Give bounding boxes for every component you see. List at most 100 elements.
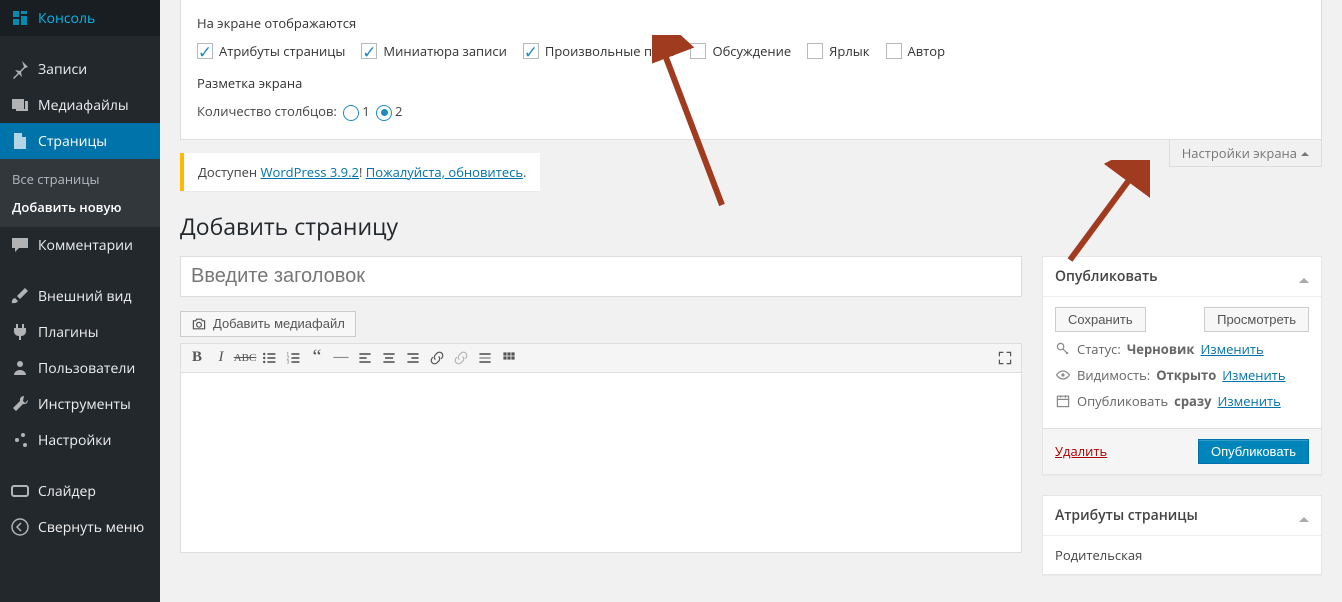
menu-label: Настройки: [38, 431, 111, 450]
menu-label: Страницы: [38, 132, 107, 151]
screen-layout-heading: Разметка экрана: [197, 74, 1305, 92]
italic-button[interactable]: I: [210, 347, 232, 369]
align-left-button[interactable]: [354, 347, 376, 369]
dashboard-icon: [10, 8, 30, 28]
bold-button[interactable]: B: [186, 347, 208, 369]
menu-label: Плагины: [38, 323, 99, 342]
chk-author[interactable]: Автор: [886, 42, 946, 60]
wrench-icon: [10, 394, 30, 414]
edit-visibility-link[interactable]: Изменить: [1222, 366, 1285, 384]
menu-label: Записи: [38, 60, 87, 79]
sidebar-column: Опубликовать Сохранить Просмотреть Стату…: [1042, 256, 1322, 595]
quote-button[interactable]: “: [306, 347, 328, 369]
page-attributes-box: Атрибуты страницы Родительская: [1042, 495, 1322, 575]
calendar-icon: [1055, 393, 1071, 409]
save-draft-button[interactable]: Сохранить: [1055, 307, 1146, 332]
update-notice: Доступен WordPress 3.9.2! Пожалуйста, об…: [180, 153, 540, 191]
visibility-row: Видимость: Открыто Изменить: [1055, 366, 1309, 384]
pin-icon: [10, 59, 30, 79]
menu-label: Консоль: [38, 9, 95, 28]
menu-label: Медиафайлы: [38, 96, 129, 115]
submenu-pages: Все страницы Добавить новую: [0, 159, 160, 227]
edit-schedule-link[interactable]: Изменить: [1218, 392, 1281, 410]
link-button[interactable]: [426, 347, 448, 369]
plugin-icon: [10, 322, 30, 342]
chk-custom-fields[interactable]: ✓Произвольные поля: [523, 42, 675, 60]
menu-settings[interactable]: Настройки: [0, 422, 160, 458]
toggle-icon: [1299, 512, 1309, 522]
content-area: На экране отображаются ✓Атрибуты страниц…: [160, 0, 1342, 602]
screen-options-panel: На экране отображаются ✓Атрибуты страниц…: [180, 0, 1322, 140]
publish-button[interactable]: Опубликовать: [1198, 439, 1309, 464]
ul-button[interactable]: [258, 347, 280, 369]
page-icon: [10, 131, 30, 151]
caret-up-icon: [1301, 148, 1309, 156]
publish-box: Опубликовать Сохранить Просмотреть Стату…: [1042, 256, 1322, 475]
wp-version-link[interactable]: WordPress 3.9.2: [261, 163, 359, 181]
menu-posts[interactable]: Записи: [0, 51, 160, 87]
submenu-all-pages[interactable]: Все страницы: [0, 165, 160, 193]
settings-icon: [10, 430, 30, 450]
ol-button[interactable]: 123: [282, 347, 304, 369]
preview-button[interactable]: Просмотреть: [1204, 307, 1309, 332]
eye-icon: [1055, 367, 1071, 383]
hr-button[interactable]: —: [330, 347, 352, 369]
radio-cols-2[interactable]: [376, 105, 392, 121]
media-icon: [10, 95, 30, 115]
menu-plugins[interactable]: Плагины: [0, 314, 160, 350]
strike-button[interactable]: ABC: [234, 347, 256, 369]
chk-page-attributes[interactable]: ✓Атрибуты страницы: [197, 42, 345, 60]
menu-appearance[interactable]: Внешний вид: [0, 278, 160, 314]
comment-icon: [10, 235, 30, 255]
brush-icon: [10, 286, 30, 306]
screen-options-toggle[interactable]: Настройки экрана: [1169, 140, 1322, 167]
submenu-add-new[interactable]: Добавить новую: [0, 193, 160, 221]
toggle-icon: [1299, 273, 1309, 283]
screen-options-checkboxes: ✓Атрибуты страницы ✓Миниатюра записи ✓Пр…: [197, 42, 1305, 60]
align-center-button[interactable]: [378, 347, 400, 369]
fullscreen-button[interactable]: [994, 347, 1016, 369]
update-link[interactable]: Пожалуйста, обновитесь: [366, 163, 523, 181]
menu-label: Пользователи: [38, 359, 135, 378]
chk-featured-image[interactable]: ✓Миниатюра записи: [361, 42, 506, 60]
menu-comments[interactable]: Комментарии: [0, 227, 160, 263]
add-media-button[interactable]: Добавить медиафайл: [180, 311, 356, 337]
editor-toolbar: B I ABC 123 “ —: [180, 343, 1022, 373]
menu-dashboard[interactable]: Консоль: [0, 0, 160, 36]
menu-media[interactable]: Медиафайлы: [0, 87, 160, 123]
unlink-button[interactable]: [450, 347, 472, 369]
menu-label: Слайдер: [38, 482, 96, 501]
camera-icon: [191, 316, 207, 332]
toolbar-toggle-button[interactable]: [498, 347, 520, 369]
svg-text:3: 3: [287, 360, 290, 365]
schedule-row: Опубликовать сразу Изменить: [1055, 392, 1309, 410]
menu-pages[interactable]: Страницы: [0, 123, 160, 159]
attributes-box-header[interactable]: Атрибуты страницы: [1043, 496, 1321, 536]
admin-sidebar: Консоль Записи Медиафайлы Страницы Все с…: [0, 0, 160, 602]
menu-label: Внешний вид: [38, 287, 132, 306]
page-title: Добавить страницу: [180, 210, 1322, 242]
menu-users[interactable]: Пользователи: [0, 350, 160, 386]
post-title-input[interactable]: [180, 256, 1022, 297]
edit-status-link[interactable]: Изменить: [1200, 340, 1263, 358]
collapse-menu[interactable]: Свернуть меню: [0, 509, 160, 545]
key-icon: [1055, 341, 1071, 357]
layout-columns-row: Количество столбцов: 1 2: [197, 102, 1305, 121]
more-button[interactable]: [474, 347, 496, 369]
menu-label: Инструменты: [38, 395, 131, 414]
collapse-icon: [10, 517, 30, 537]
slider-icon: [10, 481, 30, 501]
chk-discussion[interactable]: Обсуждение: [690, 42, 791, 60]
parent-label: Родительская: [1055, 546, 1309, 564]
editor-body[interactable]: [180, 373, 1022, 553]
radio-cols-1[interactable]: [343, 105, 359, 121]
publish-box-header[interactable]: Опубликовать: [1043, 257, 1321, 297]
menu-label: Комментарии: [38, 236, 133, 255]
menu-slider[interactable]: Слайдер: [0, 473, 160, 509]
align-right-button[interactable]: [402, 347, 424, 369]
menu-tools[interactable]: Инструменты: [0, 386, 160, 422]
users-icon: [10, 358, 30, 378]
delete-link[interactable]: Удалить: [1055, 442, 1107, 460]
chk-slug[interactable]: Ярлык: [807, 42, 869, 60]
columns-label: Количество столбцов:: [197, 102, 337, 120]
